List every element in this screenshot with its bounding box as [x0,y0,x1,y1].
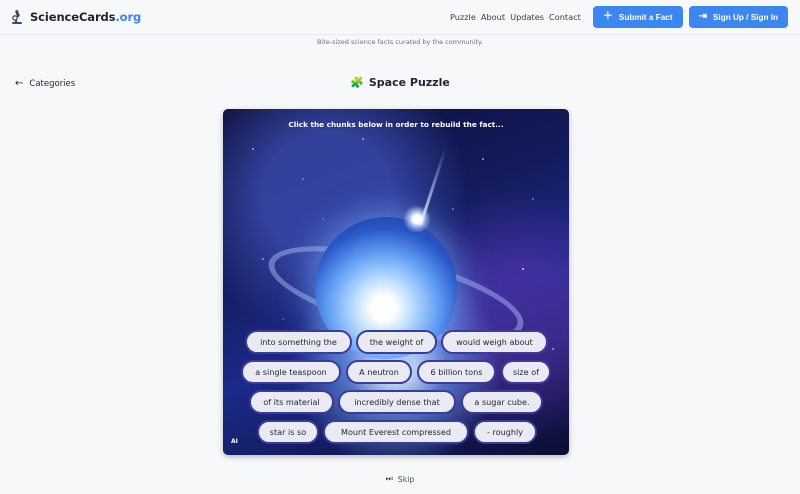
top-nav: Puzzle About Updates Contact ＋ Submit a … [450,6,788,28]
plus-icon: ＋ [602,11,613,22]
ai-badge: AI [231,438,238,445]
page-title-text: Space Puzzle [368,76,450,89]
brand[interactable]: ScienceCards.org [10,9,141,25]
brand-name: ScienceCards.org [30,10,142,24]
puzzle-card: Click the chunks below in order to rebui… [223,109,569,455]
lens-flare [403,205,431,233]
nav-puzzle[interactable]: Puzzle [450,12,476,22]
puzzle-icon: 🧩 [350,76,364,89]
skip-icon: ⏭ [385,474,393,483]
header-divider [0,34,800,35]
login-icon: ⇥ [698,11,707,22]
chunk-button[interactable]: of its material [249,390,334,414]
microscope-icon [10,9,24,25]
instruction-text: Click the chunks below in order to rebui… [288,120,504,129]
chunk-button[interactable]: incredibly dense that [338,390,456,414]
chunk-button[interactable]: 6 billion tons [417,360,496,384]
signin-button[interactable]: ⇥ Sign Up / Sign In [688,6,788,28]
skip-button[interactable]: ⏭ Skip [0,474,800,484]
tagline: Bite-sized science facts curated by the … [317,38,483,46]
chunk-button[interactable]: size of [501,360,551,384]
chunk-button[interactable]: - roughly [473,420,537,444]
header: ScienceCards.org Puzzle About Updates Co… [0,0,800,34]
submit-fact-label: Submit a Fact [618,12,673,22]
chunk-button[interactable]: a single teaspoon [241,360,341,384]
skip-label: Skip [397,474,415,484]
chunk-button[interactable]: into something the [245,330,352,354]
chunk-button[interactable]: Mount Everest compressed [323,420,469,444]
page-title: 🧩 Space Puzzle [0,76,800,89]
chunk-button[interactable]: star is so [257,420,319,444]
nav-contact[interactable]: Contact [549,12,581,22]
submit-fact-button[interactable]: ＋ Submit a Fact [592,6,683,28]
chunk-button[interactable]: A neutron [346,360,412,384]
nav-updates[interactable]: Updates [510,12,544,22]
chunk-button[interactable]: would weigh about [441,330,548,354]
signin-label: Sign Up / Sign In [712,12,778,22]
nav-about[interactable]: About [481,12,505,22]
chunk-button[interactable]: the weight of [356,330,437,354]
chunk-button[interactable]: a sugar cube. [461,390,543,414]
